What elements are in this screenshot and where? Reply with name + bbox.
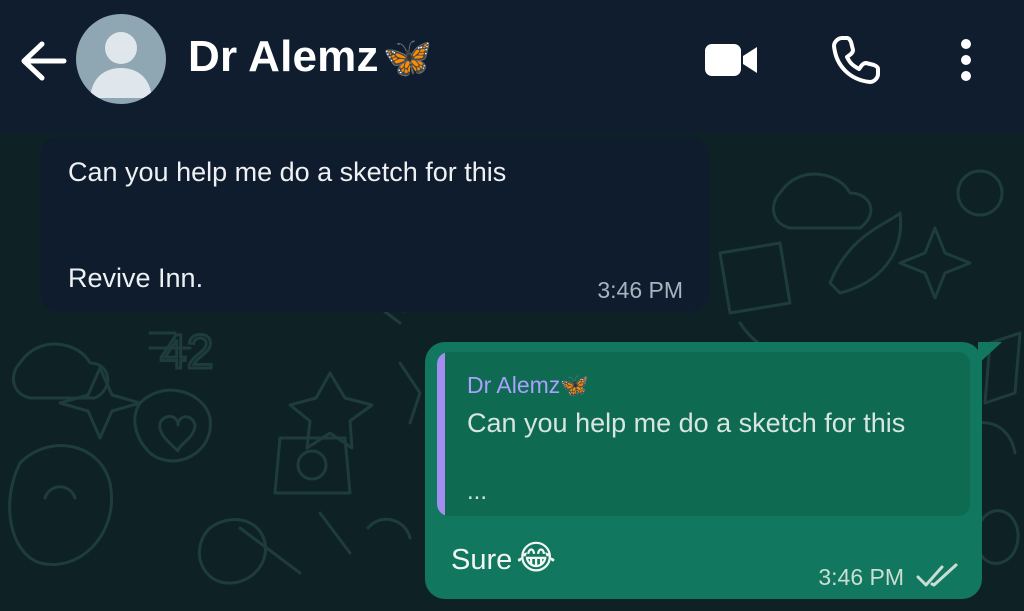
avatar[interactable]: [76, 14, 166, 104]
quoted-author: Dr Alemz🦋: [467, 372, 589, 399]
more-vertical-icon[interactable]: [952, 36, 980, 84]
chat-header: Dr Alemz 🦋: [0, 0, 1024, 133]
quoted-ellipsis: ...: [467, 478, 488, 505]
default-avatar-icon: [90, 32, 152, 98]
message-timestamp: 3:46 PM: [597, 277, 683, 303]
back-arrow-icon[interactable]: [18, 40, 68, 82]
quoted-reply[interactable]: Dr Alemz🦋 Can you help me do a sketch fo…: [437, 352, 970, 516]
phone-icon[interactable]: [830, 34, 882, 86]
video-camera-icon[interactable]: [703, 40, 759, 80]
laughing-emoji: 😂: [516, 539, 556, 577]
contact-name[interactable]: Dr Alemz 🦋: [188, 32, 433, 82]
message-text: Revive Inn.: [68, 263, 204, 293]
message-text: Can you help me do a sketch for this: [68, 157, 507, 187]
double-check-read-icon: [916, 563, 958, 587]
message-text: Sure 😂: [451, 538, 556, 578]
quote-accent-bar: [437, 352, 445, 516]
incoming-message-bubble[interactable]: Can you help me do a sketch for this Rev…: [40, 137, 709, 312]
reply-text: Sure: [451, 544, 513, 576]
quoted-author-name: Dr Alemz: [467, 372, 561, 398]
outgoing-message-bubble[interactable]: Dr Alemz🦋 Can you help me do a sketch fo…: [425, 342, 1002, 599]
bubble-tail: [978, 342, 1002, 364]
quoted-text: Can you help me do a sketch for this: [467, 408, 906, 438]
contact-name-text[interactable]: Dr Alemz: [188, 32, 379, 81]
butterfly-emoji: 🦋: [560, 372, 589, 398]
svg-text:42: 42: [160, 326, 213, 379]
message-timestamp: 3:46 PM: [818, 564, 904, 590]
butterfly-emoji: 🦋: [382, 36, 433, 80]
